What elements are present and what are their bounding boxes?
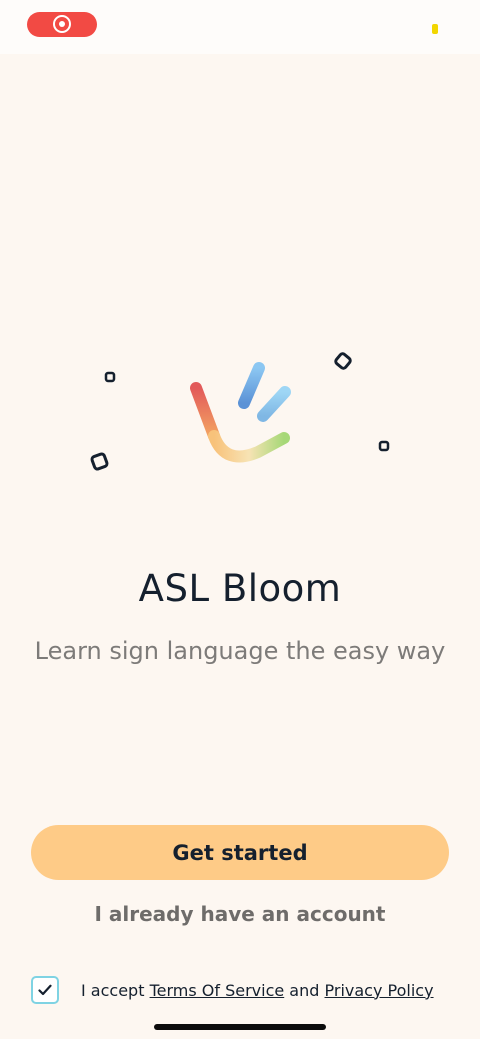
colorful-hand-icon (190, 361, 291, 463)
battery-icon (432, 24, 438, 34)
decor-square (334, 352, 352, 370)
login-link[interactable]: I already have an account (0, 902, 480, 926)
record-icon (53, 15, 71, 33)
app-subtitle: Learn sign language the easy way (34, 637, 446, 665)
checkmark-icon (38, 984, 52, 996)
terms-consent-row: I accept Terms Of Service and Privacy Po… (31, 974, 434, 1006)
terms-of-service-link[interactable]: Terms Of Service (150, 981, 285, 1000)
decor-square (90, 452, 109, 471)
home-indicator[interactable] (154, 1024, 326, 1030)
privacy-policy-link[interactable]: Privacy Policy (325, 981, 434, 1000)
decor-square (104, 371, 116, 383)
get-started-button[interactable]: Get started (31, 825, 449, 880)
app-title: ASL Bloom (138, 567, 342, 610)
screen-recording-indicator[interactable] (27, 12, 97, 37)
terms-text: I accept Terms Of Service and Privacy Po… (81, 981, 434, 1000)
terms-conjunction: and (284, 980, 325, 1000)
terms-checkbox[interactable] (31, 976, 59, 1004)
terms-prefix: I accept (81, 980, 150, 1000)
status-bar (0, 0, 480, 54)
decor-square (378, 440, 390, 452)
app-logo (90, 352, 390, 471)
